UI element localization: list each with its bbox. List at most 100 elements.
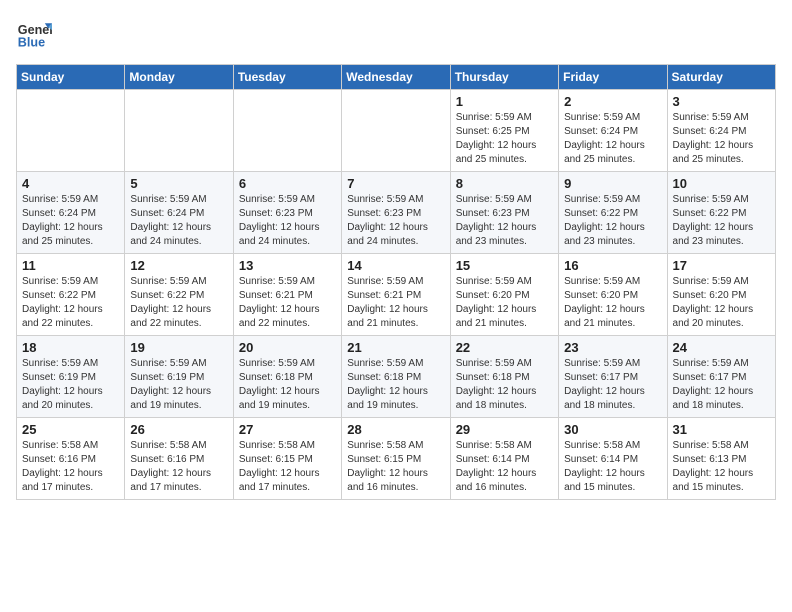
day-number: 24 <box>673 340 771 355</box>
calendar-cell: 24 Sunrise: 5:59 AM Sunset: 6:17 PM Dayli… <box>667 336 775 418</box>
calendar-cell: 6Sunrise: 5:59 AM Sunset: 6:23 PM Daylig… <box>233 172 341 254</box>
calendar-cell <box>342 90 450 172</box>
calendar-cell: 14 Sunrise: 5:59 AM Sunset: 6:21 PM Dayli… <box>342 254 450 336</box>
day-info: Sunrise: 5:59 AM Sunset: 6:24 PM Dayligh… <box>673 111 771 167</box>
logo-icon: General Blue <box>16 16 52 52</box>
day-info: Sunrise: 5:59 AM Sunset: 6:17 PM Dayligh… <box>673 357 771 413</box>
day-info: Sunrise: 5:59 AM Sunset: 6:25 PM Dayligh… <box>456 111 554 167</box>
day-number: 23 <box>564 340 662 355</box>
calendar-table: SundayMondayTuesdayWednesdayThursdayFrid… <box>16 64 776 500</box>
day-info: Sunrise: 5:58 AM Sunset: 6:15 PM Dayligh… <box>347 439 445 495</box>
week-row-3: 11 Sunrise: 5:59 AM Sunset: 6:22 PM Dayli… <box>17 254 776 336</box>
day-number: 26 <box>130 422 228 437</box>
calendar-cell: 17Sunrise: 5:59 AM Sunset: 6:20 PM Dayli… <box>667 254 775 336</box>
weekday-header-wednesday: Wednesday <box>342 65 450 90</box>
calendar-cell <box>233 90 341 172</box>
calendar-cell: 4 Sunrise: 5:59 AM Sunset: 6:24 PM Daylig… <box>17 172 125 254</box>
day-number: 19 <box>130 340 228 355</box>
week-row-4: 18 Sunrise: 5:59 AM Sunset: 6:19 PM Dayli… <box>17 336 776 418</box>
day-number: 18 <box>22 340 120 355</box>
day-info: Sunrise: 5:59 AM Sunset: 6:17 PM Dayligh… <box>564 357 662 413</box>
calendar-cell: 9 Sunrise: 5:59 AM Sunset: 6:22 PM Daylig… <box>559 172 667 254</box>
day-number: 30 <box>564 422 662 437</box>
weekday-header-thursday: Thursday <box>450 65 558 90</box>
day-info: Sunrise: 5:59 AM Sunset: 6:23 PM Dayligh… <box>456 193 554 249</box>
week-row-5: 25Sunrise: 5:58 AM Sunset: 6:16 PM Dayli… <box>17 418 776 500</box>
calendar-cell: 10Sunrise: 5:59 AM Sunset: 6:22 PM Dayli… <box>667 172 775 254</box>
calendar-cell: 25Sunrise: 5:58 AM Sunset: 6:16 PM Dayli… <box>17 418 125 500</box>
calendar-cell: 15Sunrise: 5:59 AM Sunset: 6:20 PM Dayli… <box>450 254 558 336</box>
calendar-cell: 28 Sunrise: 5:58 AM Sunset: 6:15 PM Dayli… <box>342 418 450 500</box>
day-number: 3 <box>673 94 771 109</box>
day-info: Sunrise: 5:58 AM Sunset: 6:14 PM Dayligh… <box>564 439 662 495</box>
day-number: 5 <box>130 176 228 191</box>
calendar-cell: 29 Sunrise: 5:58 AM Sunset: 6:14 PM Dayli… <box>450 418 558 500</box>
day-info: Sunrise: 5:58 AM Sunset: 6:16 PM Dayligh… <box>22 439 120 495</box>
day-info: Sunrise: 5:59 AM Sunset: 6:18 PM Dayligh… <box>239 357 337 413</box>
day-info: Sunrise: 5:59 AM Sunset: 6:23 PM Dayligh… <box>347 193 445 249</box>
day-number: 31 <box>673 422 771 437</box>
day-number: 1 <box>456 94 554 109</box>
weekday-header-friday: Friday <box>559 65 667 90</box>
day-number: 4 <box>22 176 120 191</box>
day-info: Sunrise: 5:59 AM Sunset: 6:18 PM Dayligh… <box>456 357 554 413</box>
day-number: 7 <box>347 176 445 191</box>
calendar-cell: 19 Sunrise: 5:59 AM Sunset: 6:19 PM Dayli… <box>125 336 233 418</box>
day-number: 9 <box>564 176 662 191</box>
day-info: Sunrise: 5:58 AM Sunset: 6:14 PM Dayligh… <box>456 439 554 495</box>
day-info: Sunrise: 5:59 AM Sunset: 6:20 PM Dayligh… <box>673 275 771 331</box>
calendar-cell: 18 Sunrise: 5:59 AM Sunset: 6:19 PM Dayli… <box>17 336 125 418</box>
week-row-1: 1 Sunrise: 5:59 AM Sunset: 6:25 PM Daylig… <box>17 90 776 172</box>
weekday-header-monday: Monday <box>125 65 233 90</box>
day-info: Sunrise: 5:59 AM Sunset: 6:24 PM Dayligh… <box>22 193 120 249</box>
day-number: 27 <box>239 422 337 437</box>
day-info: Sunrise: 5:59 AM Sunset: 6:20 PM Dayligh… <box>456 275 554 331</box>
svg-text:Blue: Blue <box>18 36 45 50</box>
day-number: 13 <box>239 258 337 273</box>
calendar-cell: 11 Sunrise: 5:59 AM Sunset: 6:22 PM Dayli… <box>17 254 125 336</box>
calendar-cell: 8Sunrise: 5:59 AM Sunset: 6:23 PM Daylig… <box>450 172 558 254</box>
calendar-cell: 27Sunrise: 5:58 AM Sunset: 6:15 PM Dayli… <box>233 418 341 500</box>
day-info: Sunrise: 5:59 AM Sunset: 6:18 PM Dayligh… <box>347 357 445 413</box>
page-header: General Blue <box>16 16 776 52</box>
calendar-cell: 30 Sunrise: 5:58 AM Sunset: 6:14 PM Dayli… <box>559 418 667 500</box>
day-number: 14 <box>347 258 445 273</box>
calendar-cell: 3 Sunrise: 5:59 AM Sunset: 6:24 PM Daylig… <box>667 90 775 172</box>
calendar-cell <box>125 90 233 172</box>
day-info: Sunrise: 5:59 AM Sunset: 6:19 PM Dayligh… <box>22 357 120 413</box>
day-info: Sunrise: 5:59 AM Sunset: 6:24 PM Dayligh… <box>564 111 662 167</box>
weekday-header-sunday: Sunday <box>17 65 125 90</box>
day-info: Sunrise: 5:58 AM Sunset: 6:16 PM Dayligh… <box>130 439 228 495</box>
calendar-cell: 26 Sunrise: 5:58 AM Sunset: 6:16 PM Dayli… <box>125 418 233 500</box>
day-info: Sunrise: 5:59 AM Sunset: 6:22 PM Dayligh… <box>22 275 120 331</box>
week-row-2: 4 Sunrise: 5:59 AM Sunset: 6:24 PM Daylig… <box>17 172 776 254</box>
day-info: Sunrise: 5:59 AM Sunset: 6:19 PM Dayligh… <box>130 357 228 413</box>
day-info: Sunrise: 5:59 AM Sunset: 6:23 PM Dayligh… <box>239 193 337 249</box>
day-number: 28 <box>347 422 445 437</box>
day-info: Sunrise: 5:59 AM Sunset: 6:22 PM Dayligh… <box>130 275 228 331</box>
calendar-cell: 2Sunrise: 5:59 AM Sunset: 6:24 PM Daylig… <box>559 90 667 172</box>
calendar-cell: 13 Sunrise: 5:59 AM Sunset: 6:21 PM Dayli… <box>233 254 341 336</box>
day-number: 29 <box>456 422 554 437</box>
calendar-cell: 23 Sunrise: 5:59 AM Sunset: 6:17 PM Dayli… <box>559 336 667 418</box>
calendar-cell: 21Sunrise: 5:59 AM Sunset: 6:18 PM Dayli… <box>342 336 450 418</box>
calendar-cell <box>17 90 125 172</box>
day-info: Sunrise: 5:59 AM Sunset: 6:21 PM Dayligh… <box>347 275 445 331</box>
calendar-cell: 1 Sunrise: 5:59 AM Sunset: 6:25 PM Daylig… <box>450 90 558 172</box>
day-info: Sunrise: 5:59 AM Sunset: 6:22 PM Dayligh… <box>564 193 662 249</box>
weekday-header-saturday: Saturday <box>667 65 775 90</box>
day-number: 16 <box>564 258 662 273</box>
day-info: Sunrise: 5:58 AM Sunset: 6:13 PM Dayligh… <box>673 439 771 495</box>
day-number: 10 <box>673 176 771 191</box>
weekday-header-row: SundayMondayTuesdayWednesdayThursdayFrid… <box>17 65 776 90</box>
day-info: Sunrise: 5:59 AM Sunset: 6:21 PM Dayligh… <box>239 275 337 331</box>
weekday-header-tuesday: Tuesday <box>233 65 341 90</box>
calendar-cell: 16 Sunrise: 5:59 AM Sunset: 6:20 PM Dayli… <box>559 254 667 336</box>
calendar-cell: 31 Sunrise: 5:58 AM Sunset: 6:13 PM Dayli… <box>667 418 775 500</box>
day-number: 12 <box>130 258 228 273</box>
day-number: 11 <box>22 258 120 273</box>
day-info: Sunrise: 5:59 AM Sunset: 6:24 PM Dayligh… <box>130 193 228 249</box>
day-number: 20 <box>239 340 337 355</box>
day-info: Sunrise: 5:59 AM Sunset: 6:20 PM Dayligh… <box>564 275 662 331</box>
logo: General Blue <box>16 16 52 52</box>
